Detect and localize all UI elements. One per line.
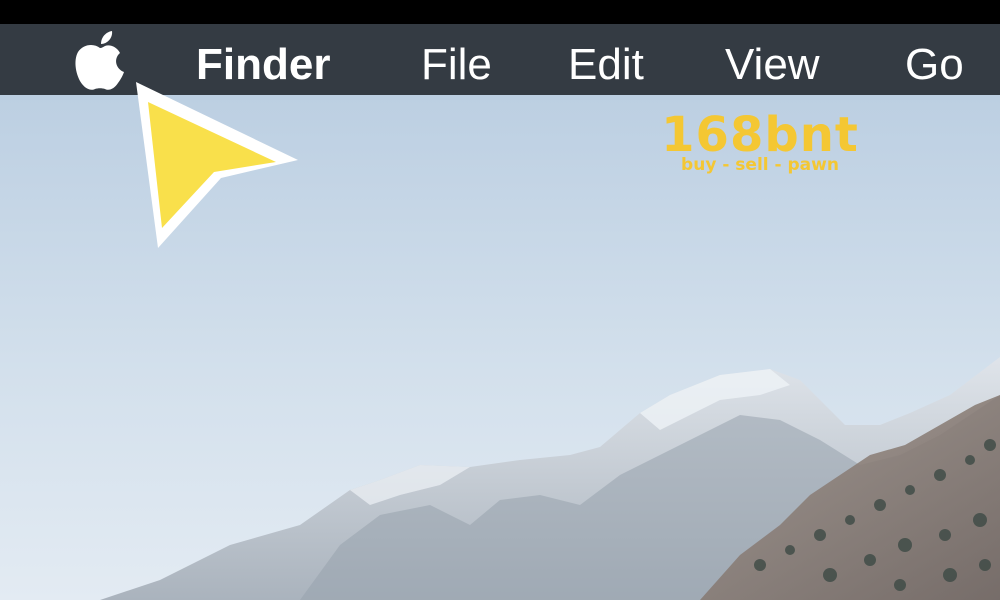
watermark-title: 168bnt	[661, 107, 859, 163]
menu-file[interactable]: File	[421, 39, 492, 91]
apple-logo-icon[interactable]	[72, 31, 128, 91]
menu-view[interactable]: View	[725, 39, 820, 91]
menu-go[interactable]: Go	[905, 39, 964, 91]
menu-edit[interactable]: Edit	[568, 39, 644, 91]
yellow-arrow-pointer-icon	[136, 82, 298, 248]
screen: Finder File Edit View Go 168bnt buy - se…	[0, 0, 1000, 600]
top-black-strip	[0, 0, 1000, 24]
watermark-logo: 168bnt buy - sell - pawn	[640, 108, 880, 174]
